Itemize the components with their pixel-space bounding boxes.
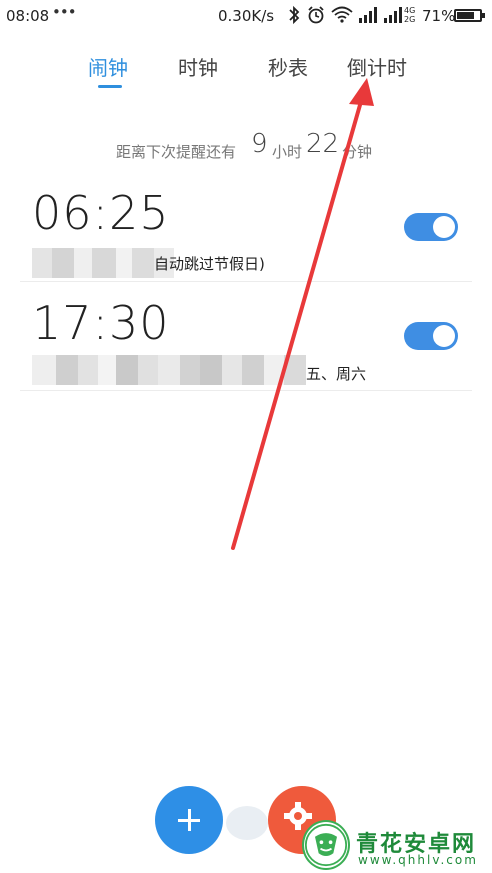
annotation-arrow-icon bbox=[231, 78, 374, 550]
